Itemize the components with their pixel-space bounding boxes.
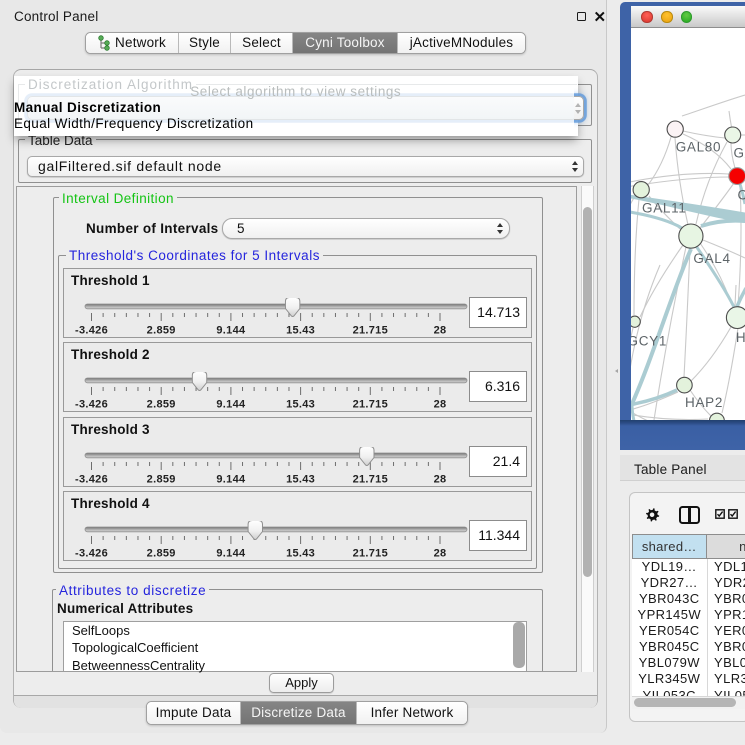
svg-text:28: 28 xyxy=(434,473,447,485)
svg-text:28: 28 xyxy=(434,399,447,411)
svg-text:GAL11: GAL11 xyxy=(642,201,687,216)
svg-text:-3.426: -3.426 xyxy=(75,399,108,411)
svg-text:9.144: 9.144 xyxy=(216,399,246,411)
svg-text:28: 28 xyxy=(434,547,447,559)
svg-text:-3.426: -3.426 xyxy=(75,473,108,485)
svg-text:21.715: 21.715 xyxy=(353,325,388,337)
svg-text:2.859: 2.859 xyxy=(147,325,176,337)
svg-text:15.43: 15.43 xyxy=(286,547,315,559)
svg-text:-3.426: -3.426 xyxy=(75,325,108,337)
svg-text:9.144: 9.144 xyxy=(216,325,246,337)
svg-text:GA: GA xyxy=(734,146,745,161)
svg-text:HAP2: HAP2 xyxy=(685,395,723,410)
svg-text:28: 28 xyxy=(434,325,447,337)
svg-text:H: H xyxy=(736,330,745,345)
svg-text:GAL80: GAL80 xyxy=(676,140,722,155)
svg-text:2.859: 2.859 xyxy=(147,547,176,559)
svg-text:GAL4: GAL4 xyxy=(693,251,730,266)
svg-text:2.859: 2.859 xyxy=(147,399,176,411)
svg-text:C: C xyxy=(738,188,745,203)
svg-text:2.859: 2.859 xyxy=(147,473,176,485)
svg-text:GCY1: GCY1 xyxy=(631,334,667,349)
svg-text:21.715: 21.715 xyxy=(353,473,388,485)
svg-text:15.43: 15.43 xyxy=(286,399,315,411)
svg-text:21.715: 21.715 xyxy=(353,547,388,559)
svg-text:-3.426: -3.426 xyxy=(75,547,108,559)
svg-text:9.144: 9.144 xyxy=(216,547,246,559)
svg-text:21.715: 21.715 xyxy=(353,399,388,411)
svg-text:9.144: 9.144 xyxy=(216,473,246,485)
svg-text:15.43: 15.43 xyxy=(286,473,315,485)
svg-text:15.43: 15.43 xyxy=(286,325,315,337)
